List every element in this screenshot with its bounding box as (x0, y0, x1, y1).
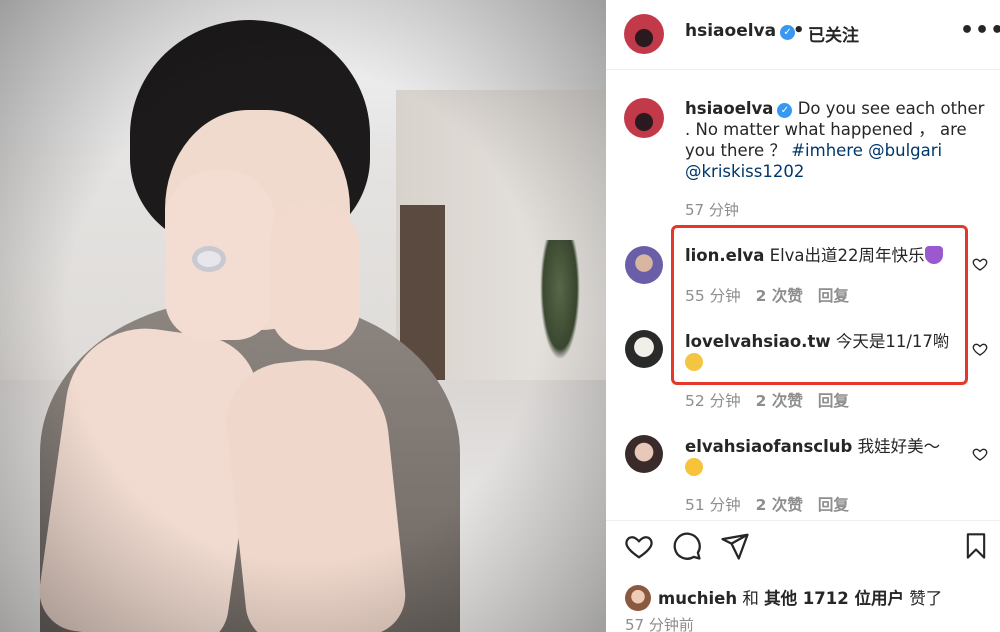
comment-text: 我娃好美～ (857, 437, 941, 456)
comment-reply-button[interactable]: 回复 (818, 496, 849, 514)
caption-timestamp: 57 分钟 (685, 201, 739, 219)
caption-username[interactable]: hsiaoelva (685, 99, 773, 118)
caption-author-avatar[interactable] (624, 98, 664, 138)
author-avatar[interactable] (624, 14, 664, 54)
verified-badge-icon: ✓ (777, 103, 793, 118)
comment-likes[interactable]: 2 次赞 (756, 392, 803, 410)
caption-mention-kriskiss[interactable]: @kriskiss1202 (685, 162, 804, 181)
liked-by-avatar[interactable] (625, 585, 651, 611)
comment-reply-button[interactable]: 回复 (818, 392, 849, 410)
liked-by-connector: 和 (742, 589, 759, 608)
smiling-face-with-hearts-emoji-icon (685, 458, 703, 476)
comment-like-heart-icon[interactable] (972, 446, 988, 462)
more-options-icon[interactable]: ••• (960, 18, 1000, 43)
caption-hashtag[interactable]: #imhere (791, 141, 863, 160)
share-paper-plane-icon[interactable] (720, 531, 750, 561)
author-username-text[interactable]: hsiaoelva (685, 21, 776, 41)
comment-meta: 52 分钟 2 次赞 回复 (685, 389, 864, 411)
liked-by-suffix: 赞了 (909, 589, 943, 608)
liked-by-user[interactable]: muchieh (658, 589, 737, 608)
follow-status-button[interactable]: 已关注 (808, 21, 859, 46)
photo-vignette (0, 0, 606, 632)
comment-meta: 51 分钟 2 次赞 回复 (685, 493, 864, 515)
bookmark-icon[interactable] (962, 531, 990, 561)
author-username[interactable]: hsiaoelva ✓ (685, 21, 796, 41)
comment-username[interactable]: elvahsiaofansclub (685, 437, 852, 456)
comment-likes[interactable]: 2 次赞 (756, 496, 803, 514)
like-heart-icon[interactable] (624, 531, 654, 561)
comment-avatar[interactable] (625, 330, 663, 368)
comment-time: 52 分钟 (685, 392, 741, 410)
comment-like-heart-icon[interactable] (972, 341, 988, 357)
header-separator: • (793, 20, 805, 41)
post-header: hsiaoelva✓ • 已关注 ••• (606, 0, 1000, 70)
post-timestamp: 57 分钟前 (625, 616, 694, 632)
liked-by-others[interactable]: 其他 1712 位用户 (764, 589, 904, 608)
actions-divider (606, 520, 1000, 521)
comment-like-heart-icon[interactable] (972, 256, 988, 272)
liked-by-summary: muchieh 和 其他 1712 位用户 赞了 (658, 585, 942, 609)
comment-avatar[interactable] (625, 246, 663, 284)
caption-mention-bulgari[interactable]: @bulgari (868, 141, 942, 160)
comment-time: 51 分钟 (685, 496, 741, 514)
comment-avatar[interactable] (625, 435, 663, 473)
highlight-box (671, 225, 968, 385)
comment: elvahsiaofansclub 我娃好美～ (685, 436, 965, 478)
comment-bubble-icon[interactable] (672, 531, 702, 561)
post-caption: hsiaoelva ✓ Do you see each other . No ma… (685, 98, 985, 182)
post-photo[interactable] (0, 0, 606, 632)
